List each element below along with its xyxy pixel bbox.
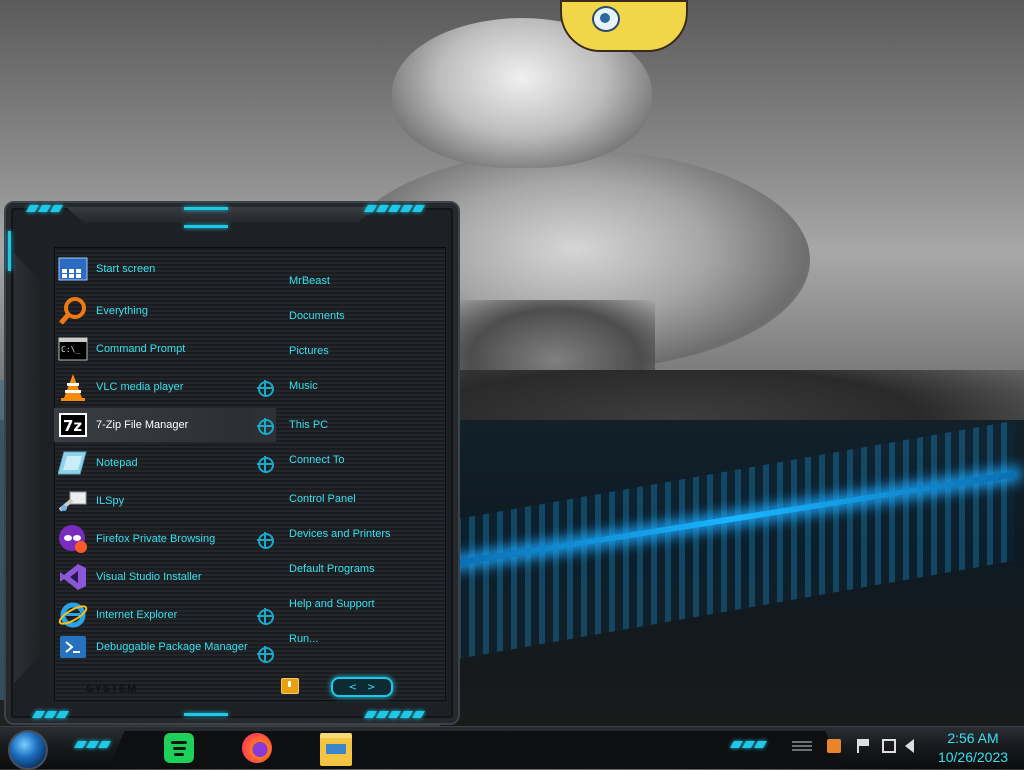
- place-control-panel[interactable]: Control Panel: [289, 493, 356, 505]
- app-command-prompt[interactable]: C:\_ Command Prompt: [54, 332, 276, 366]
- place-documents[interactable]: Documents: [289, 310, 345, 322]
- notepad-icon: [58, 448, 88, 478]
- internet-explorer-icon: [58, 600, 88, 630]
- submenu-arrow-icon[interactable]: [257, 456, 274, 473]
- ilspy-icon: [58, 486, 88, 516]
- start-menu-side-rail: [14, 253, 46, 683]
- file-explorer-icon[interactable]: [320, 733, 352, 766]
- show-desktop-icon[interactable]: [792, 741, 812, 753]
- powershell-icon: [58, 632, 88, 662]
- app-label: Notepad: [96, 457, 138, 469]
- submenu-arrow-icon[interactable]: [257, 646, 274, 663]
- volume-icon[interactable]: [905, 739, 914, 753]
- frame-accent: [184, 207, 228, 210]
- power-icon[interactable]: [281, 678, 299, 694]
- start-orb-button[interactable]: [8, 730, 48, 770]
- app-debuggable-package-manager[interactable]: Debuggable Package Manager: [54, 630, 276, 664]
- app-internet-explorer[interactable]: Internet Explorer: [54, 598, 276, 632]
- app-vlc[interactable]: VLC media player: [54, 370, 276, 404]
- submenu-arrow-icon[interactable]: [257, 380, 274, 397]
- app-label: VLC media player: [96, 381, 184, 393]
- app-label: Internet Explorer: [96, 609, 178, 621]
- frame-accent: [184, 225, 228, 228]
- app-tray-icon[interactable]: [827, 739, 841, 753]
- taskbar-accent: [729, 741, 768, 749]
- submenu-arrow-icon[interactable]: [257, 608, 274, 625]
- place-music[interactable]: Music: [289, 380, 318, 392]
- taskbar-plate: [110, 731, 840, 765]
- firefox-private-icon: [58, 524, 88, 554]
- place-help-support[interactable]: Help and Support: [289, 598, 375, 610]
- app-visual-studio-installer[interactable]: Visual Studio Installer: [54, 560, 276, 594]
- app-notepad[interactable]: Notepad: [54, 446, 276, 480]
- frame-accent: [363, 205, 426, 213]
- app-7zip[interactable]: 7z 7-Zip File Manager: [54, 408, 250, 442]
- frame-accent: [363, 711, 426, 719]
- place-pictures[interactable]: Pictures: [289, 345, 329, 357]
- svg-text:7z: 7z: [63, 417, 82, 435]
- spotify-icon[interactable]: [164, 733, 194, 763]
- frame-accent: [184, 713, 228, 716]
- app-everything[interactable]: Everything: [54, 294, 276, 328]
- place-this-pc[interactable]: This PC: [289, 419, 328, 431]
- taskbar-accent: [73, 741, 112, 749]
- magnifier-icon: [58, 296, 88, 326]
- app-label: Visual Studio Installer: [96, 571, 202, 583]
- clock-time: 2:56 AM: [947, 730, 999, 746]
- app-firefox-private[interactable]: Firefox Private Browsing: [54, 522, 276, 556]
- clock-date: 10/26/2023: [937, 749, 1009, 765]
- firefox-icon[interactable]: [242, 733, 272, 763]
- app-label: Start screen: [96, 263, 156, 275]
- start-screen-icon: [58, 254, 88, 284]
- app-label: ILSpy: [96, 495, 125, 507]
- 7zip-icon: 7z: [58, 410, 88, 440]
- system-label: SYSTEM: [86, 683, 138, 695]
- app-start-screen[interactable]: Start screen: [54, 252, 276, 286]
- submenu-arrow-icon[interactable]: [257, 418, 274, 435]
- app-label: Firefox Private Browsing: [96, 533, 216, 545]
- app-ilspy[interactable]: ILSpy: [54, 484, 276, 518]
- place-connect-to[interactable]: Connect To: [289, 454, 344, 466]
- submenu-arrow-icon[interactable]: [257, 532, 274, 549]
- app-label: Command Prompt: [96, 343, 186, 355]
- desktop-sticker-character: [560, 0, 688, 52]
- taskbar: 2:56 AM 10/26/2023: [0, 726, 1024, 770]
- visual-studio-icon: [58, 562, 88, 592]
- place-devices-printers[interactable]: Devices and Printers: [289, 528, 391, 540]
- vlc-cone-icon: [58, 372, 88, 402]
- nav-left-icon[interactable]: <: [349, 682, 357, 693]
- frame-accent: [31, 711, 70, 719]
- nav-right-icon[interactable]: >: [367, 682, 375, 693]
- svg-text:C:\_: C:\_: [61, 345, 80, 354]
- app-label: Debuggable Package Manager: [96, 641, 248, 653]
- network-icon[interactable]: [882, 739, 896, 753]
- place-default-programs[interactable]: Default Programs: [289, 563, 375, 575]
- menu-nav-buttons[interactable]: < >: [331, 677, 393, 697]
- command-prompt-icon: C:\_: [58, 334, 88, 364]
- frame-accent: [8, 231, 11, 271]
- frame-accent: [25, 205, 64, 213]
- app-label: 7-Zip File Manager: [96, 419, 189, 431]
- system-clock[interactable]: 2:56 AM 10/26/2023: [928, 729, 1018, 767]
- place-mrbeast[interactable]: MrBeast: [289, 275, 330, 287]
- flag-icon[interactable]: [857, 739, 873, 753]
- app-label: Everything: [96, 305, 148, 317]
- sticker-eye-icon: [592, 6, 620, 32]
- place-run[interactable]: Run...: [289, 633, 318, 645]
